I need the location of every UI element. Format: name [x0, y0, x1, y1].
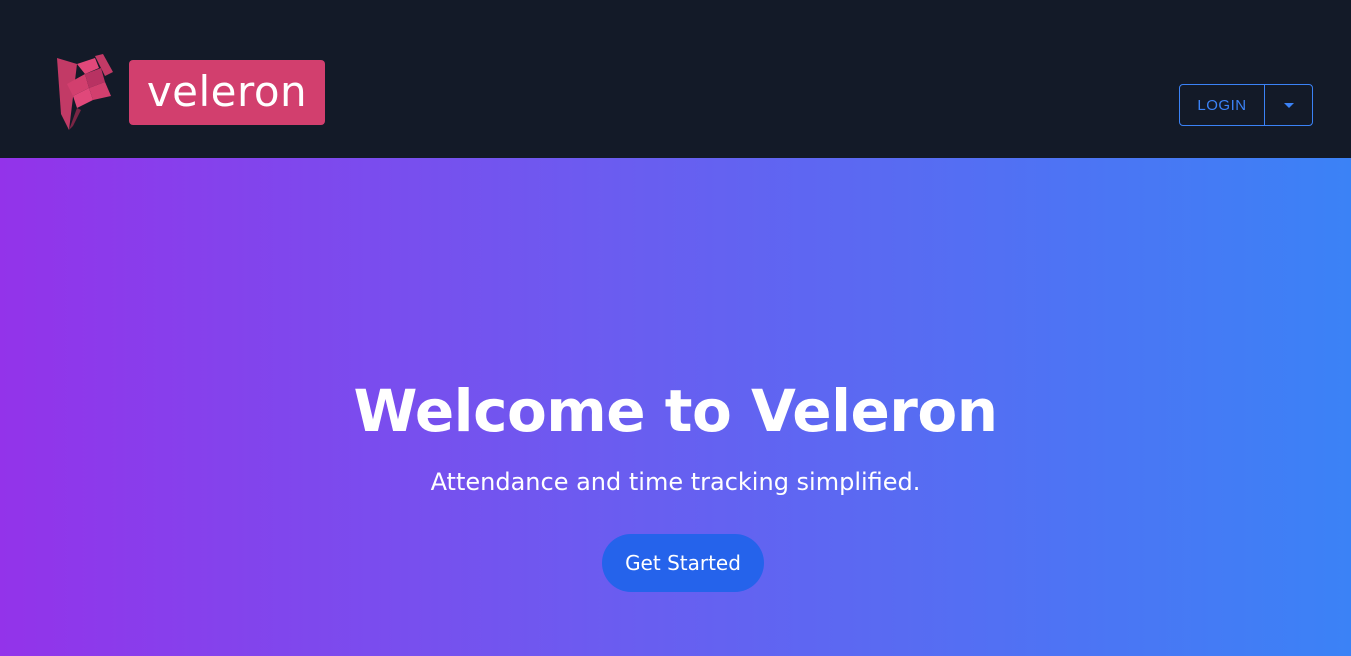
login-button-group: LOGIN [1179, 84, 1313, 126]
caret-down-icon [1283, 102, 1294, 108]
hero-subtitle: Attendance and time tracking simplified. [430, 468, 921, 496]
get-started-button[interactable]: Get Started [602, 534, 764, 592]
login-dropdown-toggle[interactable] [1265, 85, 1312, 125]
logo-badge: veleron [129, 60, 325, 125]
logo-text: veleron [146, 66, 308, 116]
hero-title: Welcome to Veleron [353, 377, 998, 445]
veleron-logo[interactable]: veleron [55, 54, 325, 130]
veleron-flag-icon [57, 54, 113, 130]
top-header: veleron LOGIN [0, 0, 1351, 158]
hero-section: Welcome to Veleron Attendance and time t… [0, 158, 1351, 656]
login-button[interactable]: LOGIN [1180, 85, 1265, 125]
